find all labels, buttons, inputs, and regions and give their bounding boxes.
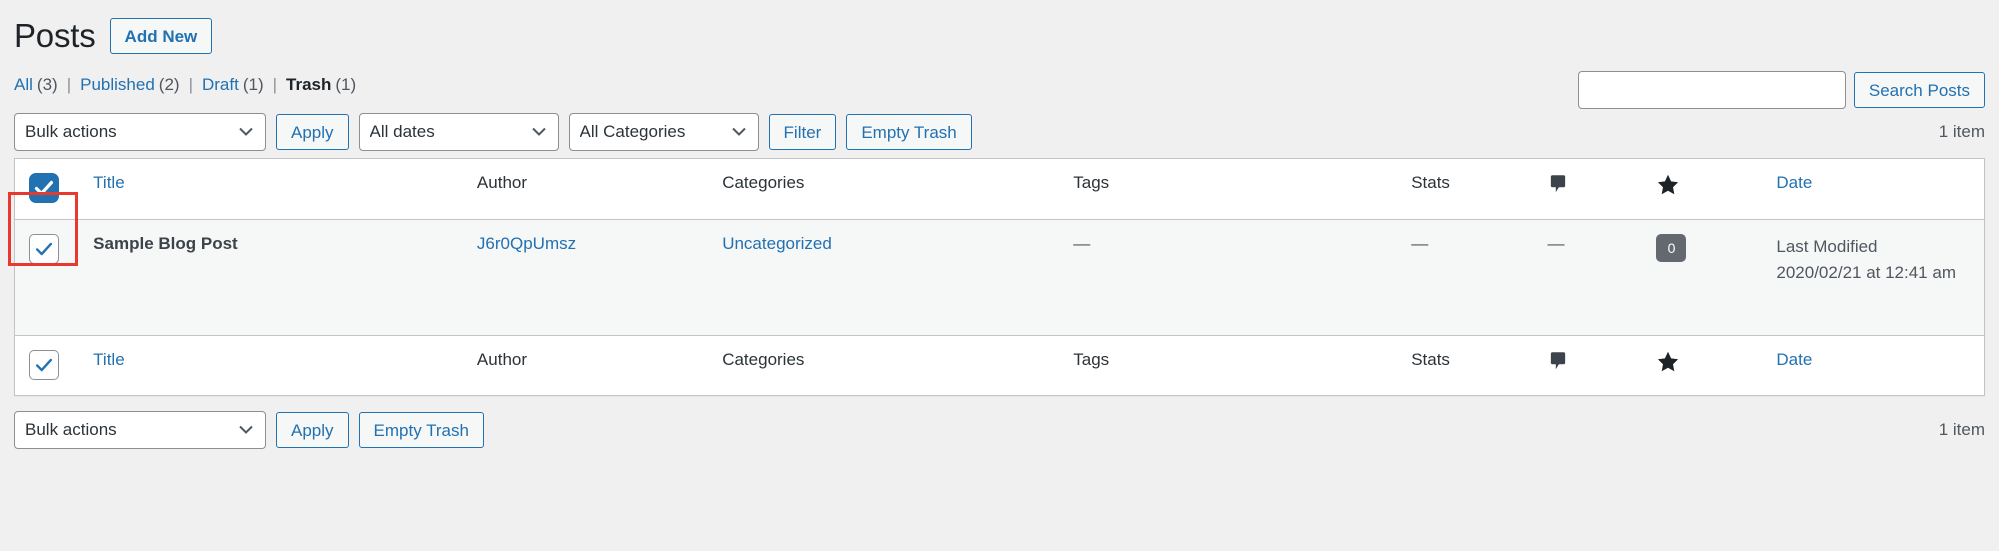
row-categories-cell[interactable]: Uncategorized (712, 220, 1063, 336)
row-author-link[interactable]: J6r0QpUmsz (477, 234, 576, 253)
table-body: Sample Blog Post J6r0QpUmsz Uncategorize… (14, 219, 1985, 336)
column-footer-stats: Stats (1401, 335, 1538, 396)
search-posts-button[interactable]: Search Posts (1853, 72, 1985, 108)
table-footer-row: Title Author Categories Tags Stats Date (14, 335, 1985, 396)
empty-trash-button-top[interactable]: Empty Trash (846, 114, 972, 150)
select-all-footer-cell[interactable] (14, 335, 84, 396)
comment-count-badge[interactable]: 0 (1656, 234, 1687, 262)
status-separator-3: | (272, 75, 278, 94)
tablenav-bottom-actions: Bulk actions Apply Empty Trash (14, 411, 484, 449)
apply-button-top[interactable]: Apply (276, 114, 349, 150)
page-header: Posts Add New (14, 0, 1985, 58)
displaying-num-bottom: 1 item (1938, 420, 1985, 439)
status-link-published-label[interactable]: Published (80, 75, 155, 95)
column-footer-title-link[interactable]: Title (93, 350, 125, 369)
column-header-star (1646, 158, 1767, 220)
status-link-draft[interactable]: Draft (1) (202, 75, 264, 95)
row-date-label: Last Modified (1776, 237, 1878, 256)
tablenav-top-actions: Bulk actions Apply All dates All Categor… (14, 113, 972, 151)
star-icon (1658, 174, 1679, 195)
row-date-cell: Last Modified 2020/02/21 at 12:41 am (1766, 220, 1984, 336)
column-footer-categories: Categories (712, 335, 1064, 396)
row-post-title: Sample Blog Post (93, 234, 238, 253)
checkmark-icon (35, 242, 53, 256)
column-footer-author: Author (466, 335, 713, 396)
status-separator-1: | (66, 75, 72, 94)
tablenav-bottom: Bulk actions Apply Empty Trash 1 item (14, 404, 1985, 456)
table-head: Title Author Categories Tags Stats Date (14, 158, 1985, 220)
column-header-tags: Tags (1063, 158, 1402, 220)
column-footer-comments (1537, 335, 1647, 396)
column-header-date[interactable]: Date (1766, 158, 1985, 220)
displaying-num-top: 1 item (1938, 122, 1985, 141)
column-header-author: Author (466, 158, 713, 220)
column-header-date-link[interactable]: Date (1776, 173, 1812, 192)
empty-trash-button-bottom[interactable]: Empty Trash (358, 412, 484, 448)
categories-select-wrapper: All Categories (568, 113, 759, 151)
status-link-all[interactable]: All (3) (14, 75, 58, 95)
row-comments-cell[interactable]: 0 (1646, 220, 1766, 336)
status-link-all-count: (3) (36, 75, 58, 94)
comment-bubble-icon (1551, 352, 1566, 370)
status-link-published-count: (2) (158, 75, 180, 94)
row-tags-cell: — (1073, 234, 1091, 253)
column-header-title-link[interactable]: Title (93, 173, 125, 192)
row-checkbox[interactable] (29, 234, 59, 264)
column-footer-date[interactable]: Date (1766, 335, 1985, 396)
status-link-all-label[interactable]: All (14, 75, 33, 95)
row-category-link[interactable]: Uncategorized (722, 234, 832, 253)
checkmark-icon (34, 180, 54, 196)
bulk-actions-select-top[interactable]: Bulk actions (14, 113, 266, 151)
table-row: Sample Blog Post J6r0QpUmsz Uncategorize… (14, 219, 1985, 336)
posts-list-table: Title Author Categories Tags Stats Date … (14, 158, 1985, 396)
star-icon (1658, 351, 1679, 372)
select-all-checkbox-header[interactable] (29, 173, 59, 203)
column-footer-title[interactable]: Title (83, 335, 467, 396)
status-link-published[interactable]: Published (2) (80, 75, 179, 95)
row-title-cell: Sample Blog Post (83, 220, 467, 336)
filter-button[interactable]: Filter (768, 114, 837, 150)
table-foot: Title Author Categories Tags Stats Date (14, 335, 1985, 396)
row-author-cell[interactable]: J6r0QpUmsz (467, 220, 712, 336)
column-header-comments (1537, 158, 1647, 220)
column-footer-tags: Tags (1063, 335, 1402, 396)
dates-select-wrapper: All dates (358, 113, 559, 151)
search-box: Search Posts (1577, 71, 1985, 109)
column-header-categories: Categories (712, 158, 1064, 220)
select-all-checkbox-footer[interactable] (29, 350, 59, 380)
bulk-actions-select-wrapper-bottom: Bulk actions (14, 411, 266, 449)
column-footer-date-link[interactable]: Date (1776, 350, 1812, 369)
bulk-actions-select-bottom[interactable]: Bulk actions (14, 411, 266, 449)
status-link-draft-count: (1) (242, 75, 264, 94)
categories-select[interactable]: All Categories (568, 113, 759, 151)
status-link-trash[interactable]: Trash (1) (286, 75, 356, 95)
status-link-trash-label[interactable]: Trash (286, 75, 331, 95)
row-stats-cell: — (1411, 234, 1429, 253)
page-title: Posts (14, 16, 96, 54)
checkmark-icon (35, 358, 53, 372)
dates-select[interactable]: All dates (358, 113, 559, 151)
row-date-value: 2020/02/21 at 12:41 am (1776, 262, 1956, 282)
column-header-title[interactable]: Title (83, 158, 467, 220)
status-link-draft-label[interactable]: Draft (202, 75, 239, 95)
posts-admin-page: Posts Add New All (3) | Published (2) | … (0, 0, 1999, 551)
select-all-header-cell[interactable] (14, 158, 84, 220)
row-select-cell[interactable] (15, 220, 84, 336)
tablenav-top: Bulk actions Apply All dates All Categor… (14, 106, 1985, 158)
column-header-stats: Stats (1401, 158, 1538, 220)
search-input[interactable] (1577, 71, 1846, 109)
bulk-actions-select-wrapper-top: Bulk actions (14, 113, 266, 151)
apply-button-bottom[interactable]: Apply (276, 412, 349, 448)
add-new-button[interactable]: Add New (109, 18, 213, 54)
row-star-value-cell: — (1547, 234, 1565, 253)
status-separator-2: | (188, 75, 193, 94)
table-header-row: Title Author Categories Tags Stats Date (14, 158, 1985, 220)
column-footer-star (1646, 335, 1767, 396)
comment-bubble-icon (1551, 175, 1566, 193)
status-link-trash-count: (1) (335, 75, 357, 94)
